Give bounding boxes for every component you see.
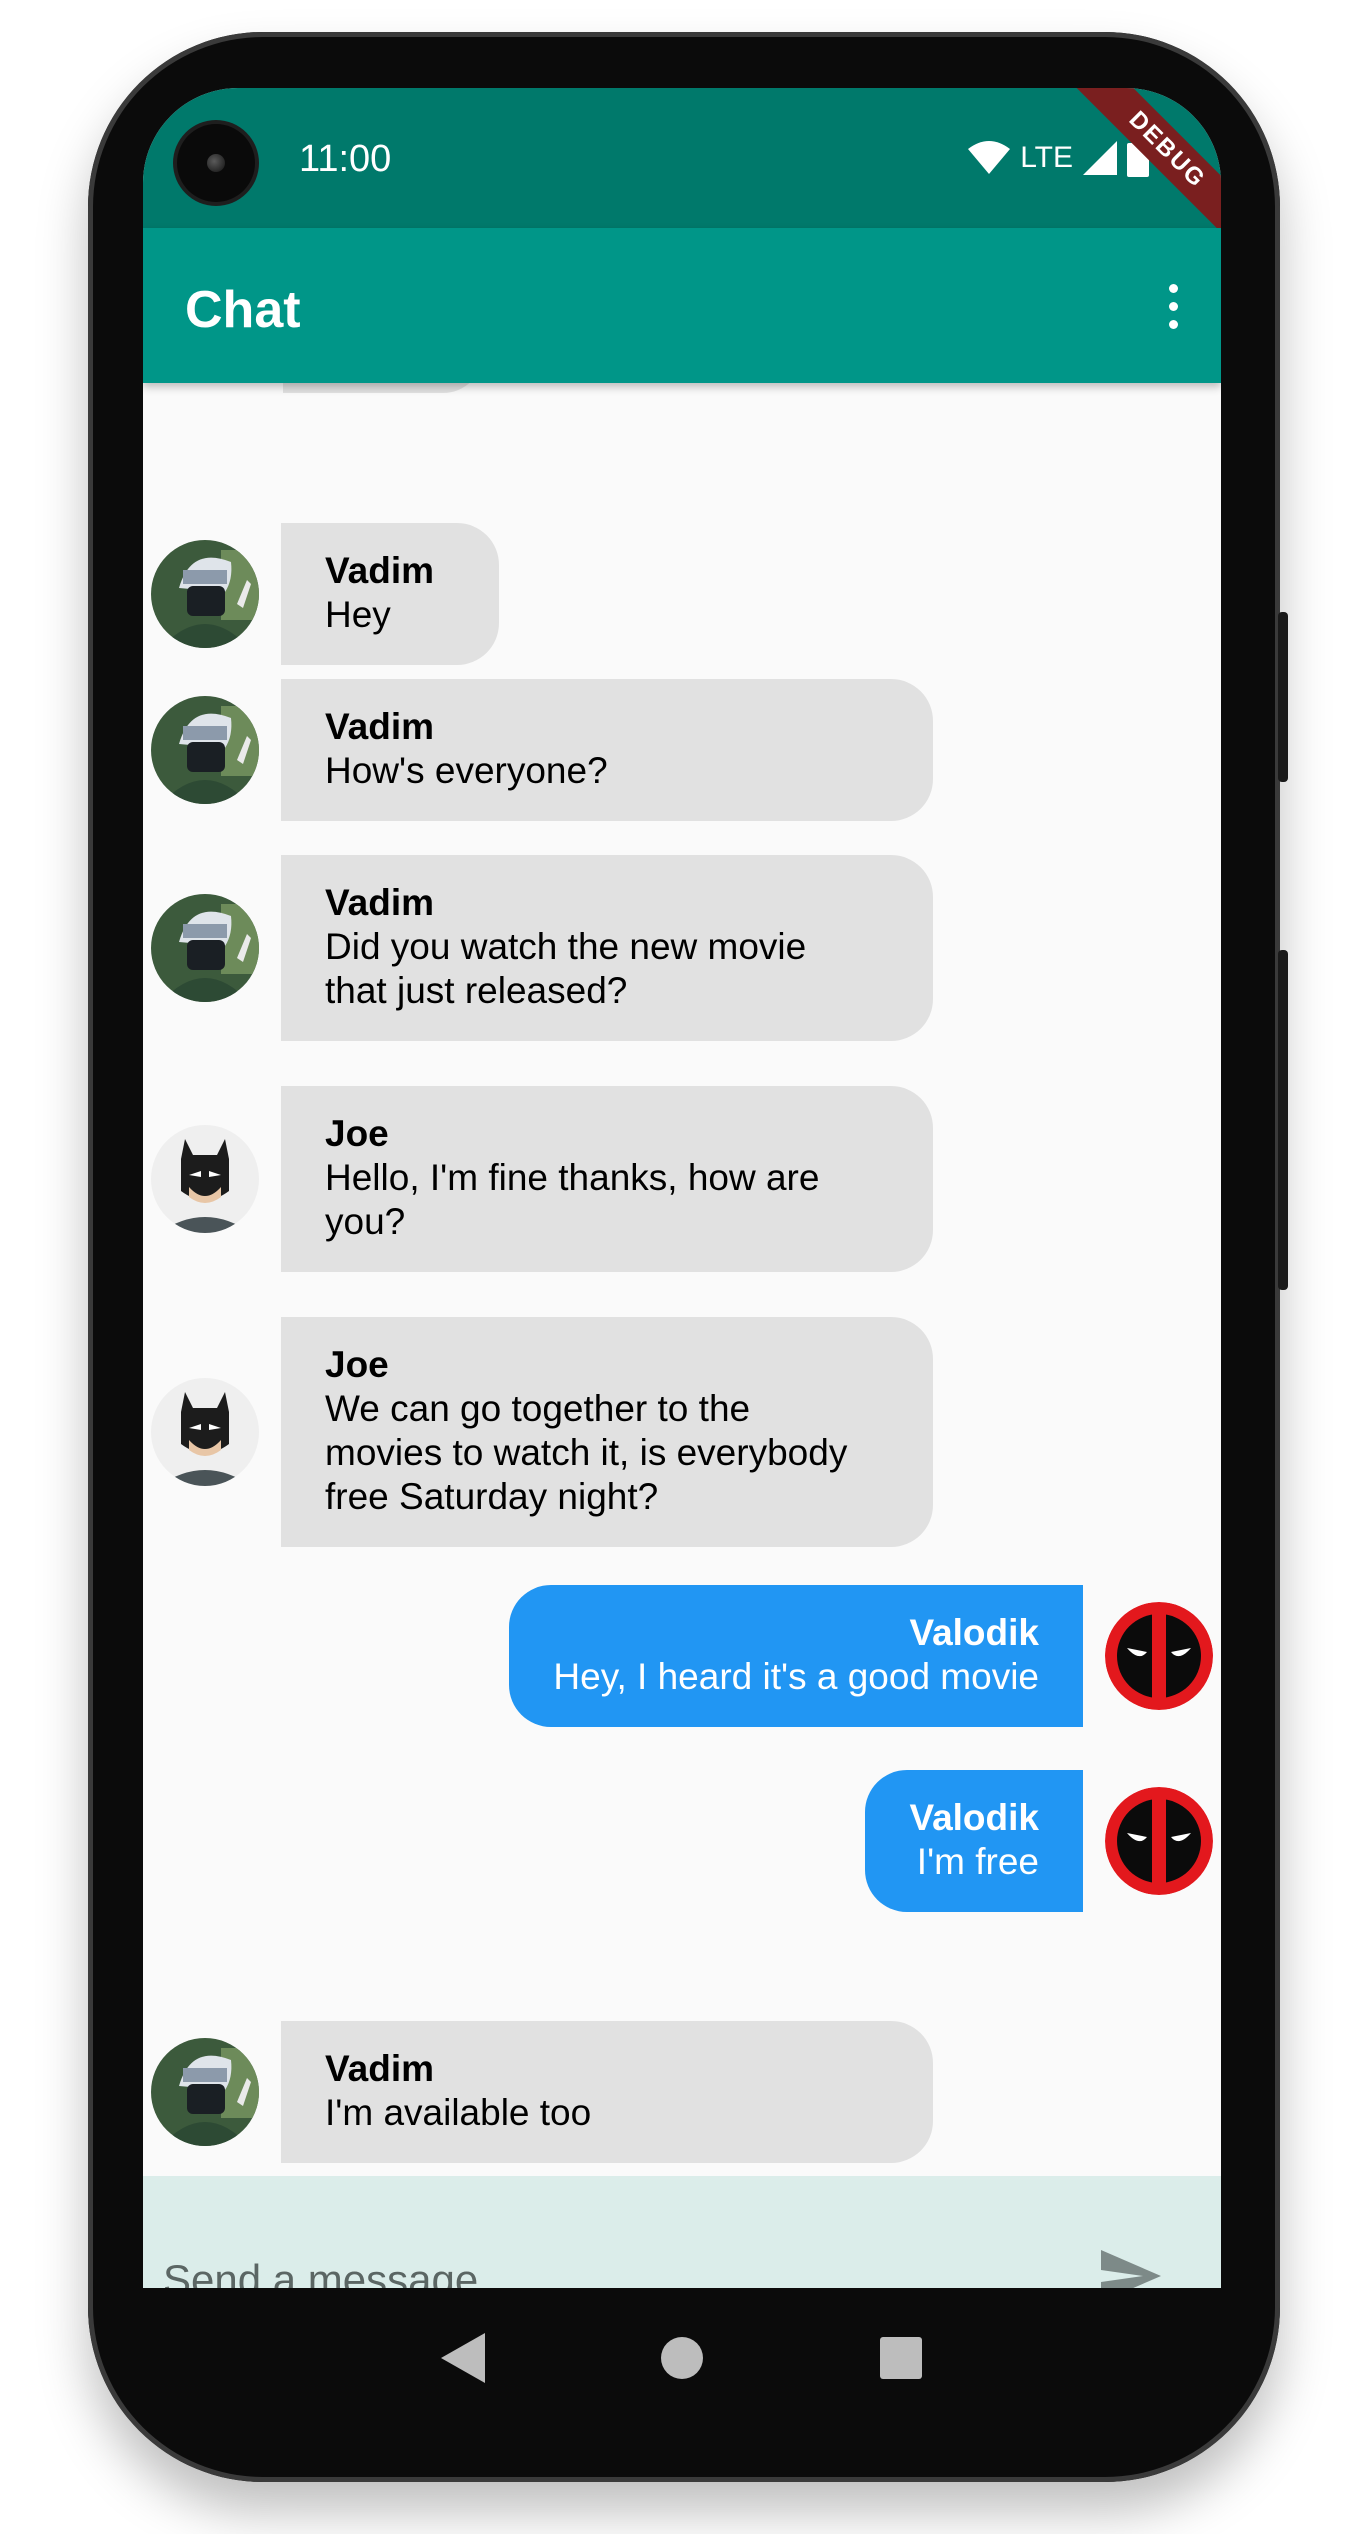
send-icon: [1101, 2250, 1161, 2288]
signal-icon: [1083, 141, 1117, 175]
power-button: [1278, 612, 1288, 782]
app-bar: Chat: [143, 228, 1221, 383]
message-sender: Vadim: [325, 706, 434, 747]
status-time: 11:00: [299, 138, 392, 180]
message-bubble[interactable]: Vadim How's everyone?: [281, 679, 933, 821]
message-input[interactable]: [163, 2231, 1063, 2288]
message-bubble[interactable]: Valodik I'm free: [865, 1770, 1083, 1912]
message-item: Valodik I'm free: [865, 1770, 1213, 1912]
message-text: Hey: [325, 594, 391, 635]
status-icons: LTE: [968, 138, 1149, 178]
batman-avatar[interactable]: [151, 1125, 259, 1233]
network-type: LTE: [1020, 141, 1073, 174]
kakashi-avatar[interactable]: [151, 696, 259, 804]
kakashi-avatar[interactable]: [151, 2038, 259, 2146]
partial-message-bubble: [283, 383, 483, 393]
message-bubble[interactable]: Vadim I'm available too: [281, 2021, 933, 2163]
deadpool-avatar[interactable]: [1105, 1787, 1213, 1895]
status-bar: 11:00 LTE DEBUG: [143, 88, 1221, 249]
app-screen: 11:00 LTE DEBUG Chat Vadim Hey Vadim How's …: [143, 88, 1221, 2288]
deadpool-avatar[interactable]: [1105, 1602, 1213, 1710]
message-text: I'm available too: [325, 2092, 592, 2133]
message-item: Vadim Hey: [151, 523, 499, 665]
message-sender: Vadim: [325, 550, 434, 591]
system-nav-bar: [143, 2288, 1221, 2428]
message-list[interactable]: Vadim Hey Vadim How's everyone? Vadim Did you…: [143, 383, 1221, 2176]
kakashi-avatar[interactable]: [151, 894, 259, 1002]
message-sender: Vadim: [325, 2048, 434, 2089]
message-sender: Vadim: [325, 882, 434, 923]
composer-bar: [143, 2176, 1221, 2288]
message-item: Vadim How's everyone?: [151, 679, 933, 821]
more-vert-icon[interactable]: [1143, 266, 1203, 346]
message-bubble[interactable]: Valodik Hey, I heard it's a good movie: [509, 1585, 1083, 1727]
message-item: Vadim Did you watch the new movie that ju…: [151, 855, 933, 1041]
message-item: Vadim I'm available too: [151, 2021, 933, 2163]
message-sender: Valodik: [909, 1797, 1039, 1838]
message-bubble[interactable]: Vadim Hey: [281, 523, 499, 665]
message-item: Joe Hello, I'm fine thanks, how are you?: [151, 1086, 933, 1272]
message-text: Hey, I heard it's a good movie: [553, 1656, 1039, 1697]
message-bubble[interactable]: Joe We can go together to the movies to w…: [281, 1317, 933, 1547]
message-sender: Valodik: [909, 1612, 1039, 1653]
message-sender: Joe: [325, 1344, 389, 1385]
message-bubble[interactable]: Vadim Did you watch the new movie that ju…: [281, 855, 933, 1041]
message-text: Hello, I'm fine thanks, how are you?: [325, 1157, 820, 1242]
wifi-icon: [968, 141, 1011, 174]
message-bubble[interactable]: Joe Hello, I'm fine thanks, how are you?: [281, 1086, 933, 1272]
send-button[interactable]: [1091, 2236, 1171, 2288]
message-text: We can go together to the movies to watc…: [325, 1388, 848, 1517]
batman-avatar[interactable]: [151, 1378, 259, 1486]
front-camera: [177, 124, 255, 202]
page-title: Chat: [185, 281, 301, 339]
message-text: Did you watch the new movie that just re…: [325, 926, 807, 1011]
message-text: How's everyone?: [325, 750, 608, 791]
recents-icon[interactable]: [866, 2323, 936, 2393]
message-item: Joe We can go together to the movies to w…: [151, 1317, 933, 1547]
kakashi-avatar[interactable]: [151, 540, 259, 648]
volume-button: [1278, 950, 1288, 1290]
back-icon[interactable]: [428, 2323, 498, 2393]
home-icon[interactable]: [647, 2323, 717, 2393]
message-item: Valodik Hey, I heard it's a good movie: [509, 1585, 1213, 1727]
message-sender: Joe: [325, 1113, 389, 1154]
message-text: I'm free: [916, 1841, 1039, 1882]
